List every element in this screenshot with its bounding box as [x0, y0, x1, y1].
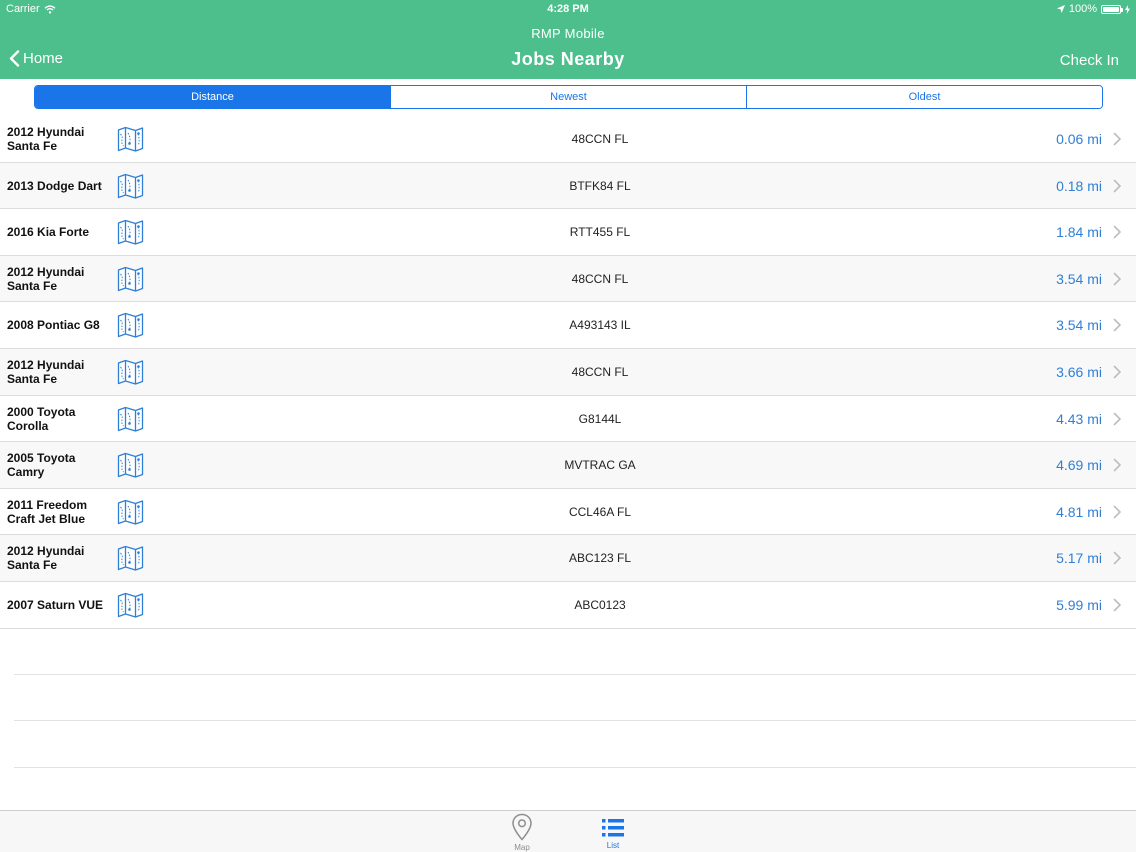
job-row[interactable]: 2012 Hyundai Santa Fe 48CCN FL 3.66 mi — [0, 348, 1136, 396]
charging-icon — [1125, 4, 1130, 14]
vehicle-name: 2013 Dodge Dart — [7, 178, 102, 193]
chevron-right-icon — [1113, 598, 1122, 612]
back-button[interactable]: Home — [9, 50, 63, 67]
empty-row-divider — [14, 767, 1136, 768]
tab-map-label: Map — [514, 843, 530, 852]
battery-percent: 100% — [1068, 3, 1097, 15]
job-row[interactable]: 2008 Pontiac G8 A493143 IL 3.54 mi — [0, 302, 1136, 349]
jobs-list: 2012 Hyundai Santa Fe 48CCN FL 0.06 mi 2013… — [0, 116, 1136, 629]
nav-header: Carrier 4:28 PM 100% RMP Mobile Jobs Nea… — [0, 0, 1136, 79]
distance-value: 3.54 mi — [1056, 317, 1102, 334]
license-plate: 48CCN FL — [571, 132, 629, 146]
license-plate: BTFK84 FL — [569, 178, 631, 193]
chevron-right-icon — [1113, 365, 1122, 379]
distance-value: 3.54 mi — [1056, 270, 1102, 287]
job-row[interactable]: 2000 Toyota Corolla G8144L 4.43 mi — [0, 395, 1136, 443]
license-plate: MVTRAC GA — [564, 458, 636, 473]
job-row[interactable]: 2013 Dodge Dart BTFK84 FL 0.18 mi — [0, 162, 1136, 210]
license-plate: ABC0123 — [574, 597, 626, 612]
job-row[interactable]: 2012 Hyundai Santa Fe 48CCN FL 0.06 mi — [0, 116, 1136, 163]
chevron-right-icon — [1113, 458, 1122, 472]
vehicle-name: 2012 Hyundai Santa Fe — [7, 357, 85, 386]
vehicle-name: 2005 Toyota Camry — [7, 451, 76, 480]
page-title: Jobs Nearby — [511, 49, 625, 69]
check-in-button[interactable]: Check In — [1060, 52, 1119, 69]
chevron-right-icon — [1113, 179, 1122, 193]
empty-row-divider — [14, 674, 1136, 675]
vehicle-name: 2012 Hyundai Santa Fe — [7, 125, 85, 153]
back-button-label: Home — [23, 50, 64, 67]
map-icon[interactable] — [117, 592, 144, 618]
vehicle-name: 2012 Hyundai Santa Fe — [7, 544, 85, 573]
license-plate: ABC123 FL — [568, 551, 632, 566]
license-plate: 48CCN FL — [571, 364, 629, 379]
license-plate: CCL46A FL — [568, 504, 632, 519]
job-row[interactable]: 2011 Freedom Craft Jet Blue CCL46A FL 4.81… — [0, 488, 1136, 536]
distance-value: 3.66 mi — [1056, 363, 1102, 380]
job-row[interactable]: 2005 Toyota Camry MVTRAC GA 4.69 mi — [0, 442, 1136, 489]
app-title: RMP Mobile — [531, 26, 605, 41]
chevron-right-icon — [1113, 318, 1122, 332]
vehicle-name: 2007 Saturn VUE — [7, 597, 104, 612]
license-plate: 48CCN FL — [571, 271, 629, 286]
distance-value: 4.81 mi — [1056, 503, 1102, 520]
chevron-right-icon — [1113, 225, 1122, 239]
license-plate: RTT455 FL — [569, 225, 631, 240]
map-icon[interactable] — [117, 406, 144, 432]
map-icon[interactable] — [117, 452, 144, 478]
job-row[interactable]: 2007 Saturn VUE ABC0123 5.99 mi — [0, 581, 1136, 629]
location-arrow-icon — [1056, 5, 1065, 13]
map-icon[interactable] — [117, 219, 144, 245]
status-time: 4:28 PM — [547, 3, 589, 15]
distance-value: 5.17 mi — [1056, 550, 1102, 567]
segment-oldest[interactable]: Oldest — [747, 86, 1102, 108]
segment-newest[interactable]: Newest — [391, 86, 747, 108]
distance-value: 1.84 mi — [1056, 224, 1102, 241]
vehicle-name: 2012 Hyundai Santa Fe — [7, 264, 85, 293]
license-plate: G8144L — [578, 411, 622, 426]
empty-row-divider — [14, 720, 1136, 721]
job-row[interactable]: 2016 Kia Forte RTT455 FL 1.84 mi — [0, 209, 1136, 256]
chevron-right-icon — [1113, 272, 1122, 286]
status-bar: Carrier 4:28 PM 100% — [0, 0, 1136, 18]
chevron-right-icon — [1113, 132, 1122, 146]
vehicle-name: 2000 Toyota Corolla — [7, 404, 76, 433]
map-icon[interactable] — [117, 545, 144, 571]
map-icon[interactable] — [117, 266, 144, 292]
sort-segmented-control: Distance Newest Oldest — [34, 85, 1103, 109]
battery-icon — [1101, 4, 1123, 14]
map-icon[interactable] — [117, 126, 144, 152]
job-row[interactable]: 2012 Hyundai Santa Fe 48CCN FL 3.54 mi — [0, 255, 1136, 303]
chevron-left-icon — [9, 50, 20, 67]
distance-value: 4.43 mi — [1056, 410, 1102, 427]
chevron-right-icon — [1113, 412, 1122, 426]
job-row[interactable]: 2012 Hyundai Santa Fe ABC123 FL 5.17 mi — [0, 535, 1136, 582]
map-icon[interactable] — [117, 173, 144, 199]
segment-distance[interactable]: Distance — [35, 86, 391, 108]
distance-value: 4.69 mi — [1056, 457, 1102, 474]
tab-bar: Map List — [0, 810, 1136, 852]
distance-value: 0.18 mi — [1056, 177, 1102, 194]
status-right: 100% — [1056, 3, 1130, 15]
chevron-right-icon — [1113, 505, 1122, 519]
distance-value: 0.06 mi — [1056, 131, 1102, 147]
tab-list-label: List — [606, 841, 620, 850]
app-window: Carrier 4:28 PM 100% RMP Mobile Jobs Nea… — [0, 0, 1136, 852]
vehicle-name: 2011 Freedom Craft Jet Blue — [7, 497, 88, 526]
list-icon — [602, 819, 624, 837]
map-icon[interactable] — [117, 499, 144, 525]
vehicle-name: 2008 Pontiac G8 — [7, 318, 100, 333]
chevron-right-icon — [1113, 551, 1122, 565]
vehicle-name: 2016 Kia Forte — [7, 225, 90, 240]
tab-list[interactable]: List — [583, 813, 643, 852]
map-icon[interactable] — [117, 312, 144, 339]
tab-map[interactable]: Map — [492, 813, 552, 852]
distance-value: 5.99 mi — [1056, 596, 1102, 613]
license-plate: A493143 IL — [569, 318, 631, 333]
map-pin-icon — [512, 813, 532, 841]
map-icon[interactable] — [117, 359, 144, 385]
